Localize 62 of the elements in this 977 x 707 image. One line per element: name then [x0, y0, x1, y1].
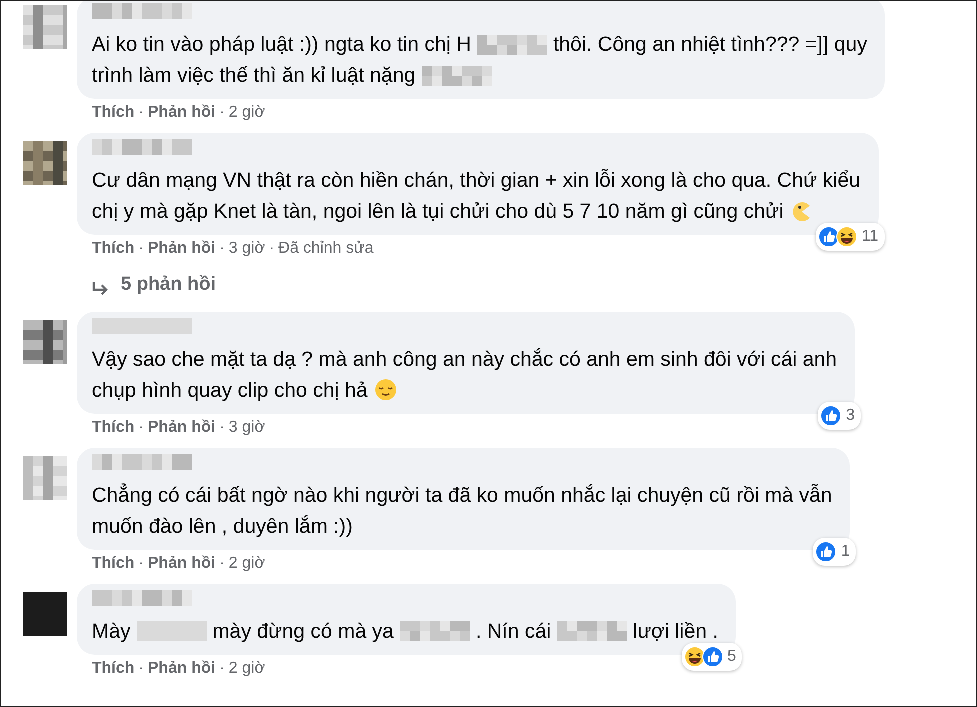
- reaction-count[interactable]: 3: [818, 402, 862, 430]
- like-link[interactable]: Thích: [92, 418, 135, 436]
- separator-dot: ·: [220, 240, 225, 257]
- avatar: [23, 320, 67, 364]
- like-link[interactable]: Thích: [92, 660, 135, 676]
- timestamp: 2 giờ: [228, 554, 266, 572]
- comment-text: Chẳng có cái bất ngờ nào khi người ta đã ko muốn nhắc lại chuyện cũ rồi mà vẫn: [92, 482, 832, 508]
- reply-link[interactable]: Phản hồi: [148, 418, 216, 436]
- separator-dot: ·: [220, 418, 225, 436]
- like-link[interactable]: Thích: [92, 240, 135, 257]
- blurred-text: [400, 621, 470, 641]
- reply-link[interactable]: Phản hồi: [148, 554, 216, 572]
- reaction-count[interactable]: 1: [813, 538, 856, 566]
- like-link[interactable]: Thích: [92, 554, 135, 572]
- like-icon: [815, 540, 838, 562]
- like-icon: [702, 646, 724, 668]
- avatar: [23, 5, 67, 49]
- separator-dot: ·: [138, 418, 144, 436]
- comment-text: thôi. Công an nhiệt tình??? =]] quy: [553, 32, 868, 58]
- comment-text: . Nín cái: [476, 618, 552, 644]
- avatar: [23, 456, 67, 500]
- separator-dot: ·: [138, 240, 144, 257]
- avatar: [23, 141, 67, 185]
- comment-text: mày đừng có mà ya: [212, 618, 394, 644]
- comment-text: Ai ko tin vào pháp luật :)) ngta ko tin chị H: [92, 32, 472, 58]
- timestamp: 2 giờ: [228, 660, 266, 676]
- reaction-count[interactable]: 5: [682, 642, 742, 670]
- comment-text: Cư dân mạng VN thật ra còn hiền chán, thời gian + xin lỗi xong là cho qua. Chứ kiểu: [92, 168, 861, 194]
- comment-text: chụp hình quay clip cho chị hả: [92, 378, 368, 404]
- blurred-text: [477, 34, 548, 54]
- comment-text: Vậy sao che mặt ta dạ ? mà anh công an này chắc có anh em sinh đôi với cái anh: [92, 346, 838, 372]
- comment-text: muốn đào lên , duyên lắm :)): [92, 514, 353, 540]
- separator-dot: ·: [138, 104, 144, 121]
- blurred-text: [136, 621, 207, 641]
- comment-text: trình làm việc thế thì ăn kỉ luật nặng: [92, 63, 416, 89]
- separator-dot: ·: [138, 660, 144, 676]
- separator-dot: ·: [220, 104, 225, 121]
- like-icon: [820, 404, 842, 426]
- laughing-face-icon: [836, 226, 858, 248]
- comment-text: Mày: [92, 618, 131, 644]
- timestamp: 3 giờ: [228, 418, 266, 436]
- separator-dot: ·: [138, 554, 144, 572]
- separator-dot: ·: [220, 554, 225, 572]
- comment-text: chị y mà gặp Knet là tàn, ngoi lên là tụi chửi cho dù 5 7 10 năm gì cũng chửi: [92, 199, 784, 225]
- avatar: [23, 592, 67, 636]
- smiling-face-icon: [374, 378, 398, 402]
- blurred-text: [557, 621, 628, 641]
- reply-link[interactable]: Phản hồi: [148, 660, 216, 676]
- laughing-face-icon: [684, 646, 706, 668]
- reply-link[interactable]: Phản hồi: [148, 240, 216, 257]
- view-replies-link[interactable]: 5 phản hồi: [121, 271, 216, 300]
- reaction-count[interactable]: 11: [816, 223, 885, 251]
- timestamp: 3 giờ: [228, 240, 266, 257]
- separator-dot: ·: [269, 240, 275, 257]
- edited-label: Đã chỉnh sửa: [278, 240, 374, 257]
- like-link[interactable]: Thích: [92, 104, 135, 121]
- separator-dot: ·: [220, 660, 225, 676]
- comment-text: lượi liền .: [633, 618, 718, 644]
- like-icon: [818, 226, 840, 248]
- reply-link[interactable]: Phản hồi: [148, 104, 216, 121]
- blurred-text: [422, 66, 492, 86]
- timestamp: 2 giờ: [228, 104, 266, 121]
